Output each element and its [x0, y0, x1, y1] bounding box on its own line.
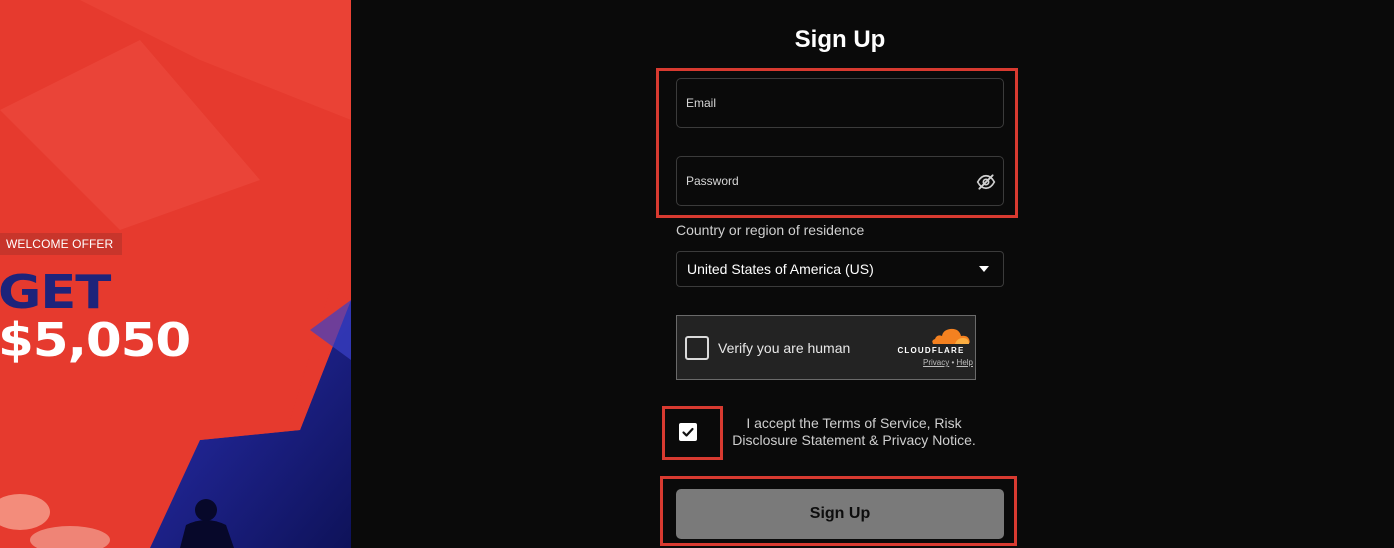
chevron-down-icon: [979, 266, 989, 272]
sign-up-button[interactable]: Sign Up: [676, 489, 1004, 539]
eye-slash-icon[interactable]: [976, 172, 996, 192]
promo-panel: WELCOME OFFER GET $5,050: [0, 0, 351, 548]
password-field[interactable]: [676, 156, 1004, 206]
captcha-widget: Verify you are human CLOUDFLARE Privacy …: [676, 315, 976, 380]
country-select-value: United States of America (US): [687, 261, 874, 277]
terms-checkbox[interactable]: [679, 423, 697, 441]
cloudflare-cloud-icon: [932, 328, 970, 344]
page-title: Sign Up: [794, 26, 886, 53]
country-select[interactable]: United States of America (US): [676, 251, 1004, 287]
password-input[interactable]: [677, 157, 1003, 205]
email-field[interactable]: [676, 78, 1004, 128]
captcha-checkbox[interactable]: [685, 336, 709, 360]
captcha-privacy-link[interactable]: Privacy: [923, 358, 949, 367]
captcha-help-link[interactable]: Help: [957, 358, 973, 367]
captcha-link-separator: •: [951, 358, 955, 367]
country-label: Country or region of residence: [676, 222, 865, 238]
email-input[interactable]: [677, 79, 1003, 127]
terms-text: I accept the Terms of Service, Risk Disc…: [732, 415, 976, 448]
checkmark-icon: [682, 427, 694, 437]
captcha-label: Verify you are human: [718, 340, 851, 356]
promo-headline-amount: $5,050: [0, 313, 191, 367]
cloudflare-brand: CLOUDFLARE: [897, 346, 965, 355]
welcome-offer-badge: WELCOME OFFER: [0, 233, 123, 255]
captcha-links: Privacy • Help: [893, 358, 973, 367]
